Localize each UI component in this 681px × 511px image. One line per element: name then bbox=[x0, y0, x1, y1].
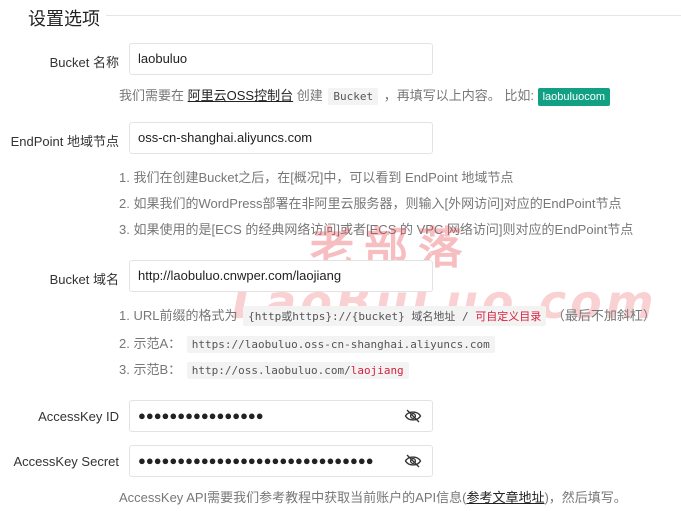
section-title: 设置选项 bbox=[28, 9, 100, 29]
eye-slash-icon[interactable] bbox=[404, 408, 422, 424]
endpoint-input[interactable]: oss-cn-shanghai.aliyuncs.com bbox=[129, 122, 433, 154]
bucket-name-input[interactable]: laobuluo bbox=[129, 43, 433, 75]
url-format-part: {http或https}://{bucket} bbox=[248, 310, 405, 323]
note-text: （最后不加斜杠） bbox=[551, 308, 656, 323]
bucket-domain-note-3: 3. 示范B： http://oss.laobuluo.com/laojiang bbox=[119, 359, 411, 379]
bucket-domain-note-1: 1. URL前缀的格式为 {http或https}://{bucket} 域名地… bbox=[119, 305, 656, 326]
reference-article-link[interactable]: 参考文章地址 bbox=[466, 490, 544, 505]
note-text: 1. URL前缀的格式为 bbox=[119, 308, 238, 323]
section-divider bbox=[106, 15, 681, 16]
help-text: AccessKey API需要我们参考教程中获取当前账户的API信息( bbox=[119, 490, 467, 505]
access-key-id-input[interactable]: ●●●●●●●●●●●●●●●● bbox=[129, 400, 433, 432]
access-key-id-value: ●●●●●●●●●●●●●●●● bbox=[138, 408, 264, 423]
example-a-code: https://laobuluo.oss-cn-shanghai.aliyunc… bbox=[186, 336, 495, 353]
endpoint-note-2: 2. 如果我们的WordPress部署在非阿里云服务器，则输入[外网访问]对应的… bbox=[119, 196, 622, 211]
url-format-code: {http或https}://{bucket} 域名地址 / 可自定义目录 bbox=[243, 306, 547, 326]
example-b-code: http://oss.laobuluo.com/laojiang bbox=[186, 362, 409, 379]
url-format-part: 可自定义目录 bbox=[475, 310, 542, 323]
example-b-part: http://oss.laobuluo.com/ bbox=[191, 364, 351, 377]
bucket-name-help: 我们需要在 阿里云OSS控制台 创建 Bucket ，再填写以上内容。 比如: … bbox=[119, 85, 610, 106]
url-format-part: 域名地址 bbox=[411, 310, 456, 323]
help-text: 我们需要在 bbox=[119, 88, 185, 103]
note-text: 3. 示范B： bbox=[119, 362, 182, 377]
bucket-code: Bucket bbox=[328, 88, 379, 105]
access-key-help: AccessKey API需要我们参考教程中获取当前账户的API信息(参考文章地… bbox=[119, 487, 627, 506]
bucket-domain-label: Bucket 域名 bbox=[49, 272, 119, 287]
access-key-secret-input[interactable]: ●●●●●●●●●●●●●●●●●●●●●●●●●●●●●● bbox=[129, 445, 433, 477]
access-key-secret-value: ●●●●●●●●●●●●●●●●●●●●●●●●●●●●●● bbox=[138, 453, 374, 468]
oss-console-link[interactable]: 阿里云OSS控制台 bbox=[188, 88, 293, 103]
example-badge: laobuluocom bbox=[537, 88, 610, 106]
bucket-domain-note-2: 2. 示范A： https://laobuluo.oss-cn-shanghai… bbox=[119, 333, 497, 353]
url-format-part: / bbox=[462, 310, 469, 323]
bucket-domain-input[interactable]: http://laobuluo.cnwper.com/laojiang bbox=[129, 260, 433, 292]
access-key-id-label: AccessKey ID bbox=[38, 409, 119, 424]
help-text: )，然后填写。 bbox=[544, 490, 627, 505]
help-text: 创建 bbox=[296, 88, 323, 103]
endpoint-note-1: 1. 我们在创建Bucket之后，在[概况]中，可以看到 EndPoint 地域… bbox=[119, 170, 514, 185]
example-b-part: laojiang bbox=[350, 364, 404, 377]
bucket-name-label: Bucket 名称 bbox=[49, 55, 119, 70]
eye-slash-icon[interactable] bbox=[404, 453, 422, 469]
endpoint-label: EndPoint 地域节点 bbox=[10, 134, 119, 149]
help-text: ，再填写以上内容。 比如: bbox=[383, 88, 534, 103]
access-key-secret-label: AccessKey Secret bbox=[13, 454, 120, 469]
note-text: 2. 示范A： bbox=[119, 336, 182, 351]
